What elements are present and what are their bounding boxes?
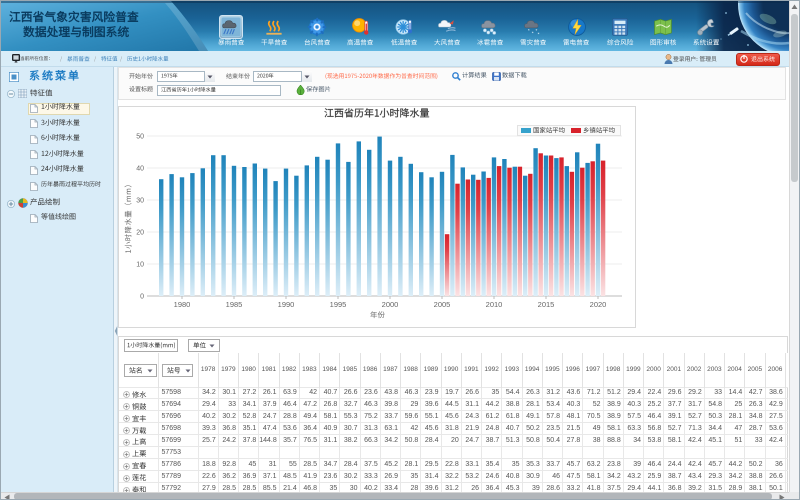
- svg-text:2005: 2005: [434, 300, 451, 309]
- svg-text:20: 20: [136, 230, 144, 237]
- svg-text:2000: 2000: [382, 300, 399, 309]
- svg-text:2020: 2020: [590, 300, 607, 309]
- svg-text:1995: 1995: [330, 300, 347, 309]
- svg-text:*: *: [528, 28, 530, 33]
- svg-text:1990: 1990: [278, 300, 295, 309]
- svg-text:*: *: [538, 31, 540, 36]
- svg-text:30: 30: [136, 198, 144, 205]
- svg-text:10: 10: [136, 262, 144, 269]
- svg-text:50: 50: [136, 134, 144, 141]
- svg-text:2015: 2015: [538, 300, 555, 309]
- svg-text:1985: 1985: [226, 300, 243, 309]
- svg-text:2010: 2010: [486, 300, 503, 309]
- svg-text:1980: 1980: [174, 300, 191, 309]
- svg-text:40: 40: [136, 166, 144, 173]
- svg-text:0: 0: [140, 294, 144, 301]
- svg-text:*: *: [532, 31, 534, 36]
